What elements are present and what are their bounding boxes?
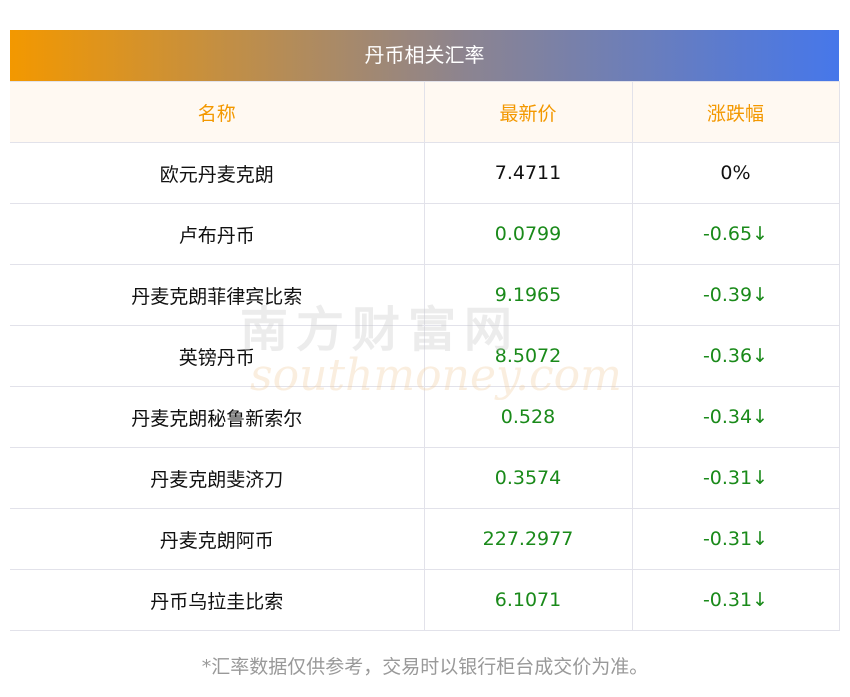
latest-price: 7.4711 bbox=[423, 142, 633, 204]
change-percent: -0.39↓ bbox=[631, 264, 840, 326]
change-percent: -0.34↓ bbox=[631, 386, 840, 448]
change-percent: -0.31↓ bbox=[631, 569, 840, 631]
header-change: 涨跌幅 bbox=[631, 81, 840, 143]
exchange-rate-table: 名称 最新价 涨跌幅 欧元丹麦克朗 7.4711 0% 卢布丹币 0.0799 -0.65… bbox=[10, 81, 840, 631]
currency-pair-name: 卢布丹币 bbox=[10, 203, 425, 265]
currency-pair-name: 丹麦克朗阿币 bbox=[10, 508, 425, 570]
latest-price: 0.0799 bbox=[423, 203, 633, 265]
table-row[interactable]: 卢布丹币 0.0799 -0.65↓ bbox=[10, 203, 840, 265]
table-row[interactable]: 丹麦克朗秘鲁新索尔 0.528 -0.34↓ bbox=[10, 386, 840, 448]
change-percent: 0% bbox=[631, 142, 840, 204]
latest-price: 6.1071 bbox=[423, 569, 633, 631]
table-header-row: 名称 最新价 涨跌幅 bbox=[10, 81, 840, 143]
latest-price: 0.3574 bbox=[423, 447, 633, 509]
table-title: 丹币相关汇率 bbox=[10, 30, 839, 81]
table-row[interactable]: 丹麦克朗菲律宾比索 9.1965 -0.39↓ bbox=[10, 264, 840, 326]
currency-pair-name: 丹麦克朗菲律宾比索 bbox=[10, 264, 425, 326]
table-row[interactable]: 英镑丹币 8.5072 -0.36↓ bbox=[10, 325, 840, 387]
table-row[interactable]: 欧元丹麦克朗 7.4711 0% bbox=[10, 142, 840, 204]
currency-pair-name: 丹麦克朗斐济刀 bbox=[10, 447, 425, 509]
table-row[interactable]: 丹麦克朗阿币 227.2977 -0.31↓ bbox=[10, 508, 840, 570]
header-name: 名称 bbox=[10, 81, 425, 143]
latest-price: 8.5072 bbox=[423, 325, 633, 387]
table-row[interactable]: 丹麦克朗斐济刀 0.3574 -0.31↓ bbox=[10, 447, 840, 509]
change-percent: -0.65↓ bbox=[631, 203, 840, 265]
latest-price: 0.528 bbox=[423, 386, 633, 448]
currency-pair-name: 丹麦克朗秘鲁新索尔 bbox=[10, 386, 425, 448]
disclaimer-note: *汇率数据仅供参考，交易时以银行柜台成交价为准。 bbox=[201, 656, 649, 678]
exchange-rate-table-panel: 丹币相关汇率 名称 最新价 涨跌幅 欧元丹麦克朗 7.4711 0% 卢布丹币 0.07… bbox=[10, 30, 840, 631]
latest-price: 9.1965 bbox=[423, 264, 633, 326]
currency-pair-name: 英镑丹币 bbox=[10, 325, 425, 387]
currency-pair-name: 欧元丹麦克朗 bbox=[10, 142, 425, 204]
currency-pair-name: 丹币乌拉圭比索 bbox=[10, 569, 425, 631]
change-percent: -0.31↓ bbox=[631, 447, 840, 509]
change-percent: -0.36↓ bbox=[631, 325, 840, 387]
table-row[interactable]: 丹币乌拉圭比索 6.1071 -0.31↓ bbox=[10, 569, 840, 631]
latest-price: 227.2977 bbox=[423, 508, 633, 570]
change-percent: -0.31↓ bbox=[631, 508, 840, 570]
header-price: 最新价 bbox=[423, 81, 633, 143]
